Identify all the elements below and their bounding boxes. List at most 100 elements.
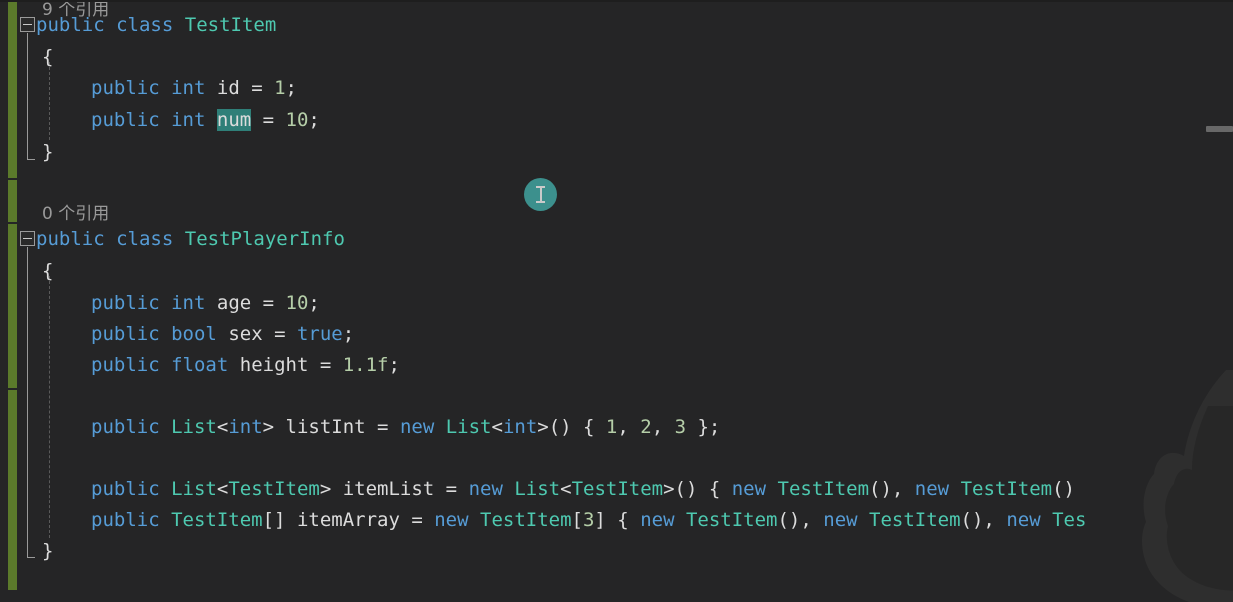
code-token: = xyxy=(399,509,435,531)
code-token: public xyxy=(91,292,160,314)
code-token: TestPlayerInfo xyxy=(184,228,345,250)
code-token: >() { xyxy=(663,478,732,500)
code-line[interactable]: public List<int> listInt = new List<int>… xyxy=(91,412,720,443)
code-token: = xyxy=(239,77,275,99)
code-line[interactable]: public class TestItem xyxy=(36,10,276,41)
code-token: int xyxy=(502,416,538,438)
code-line[interactable]: } xyxy=(42,536,53,567)
code-token: TestItem xyxy=(171,509,263,531)
code-token: public xyxy=(36,14,105,36)
code-token: < xyxy=(560,478,572,500)
code-token: TestItem xyxy=(777,478,870,500)
code-token: TestItem xyxy=(184,14,277,36)
code-token: = xyxy=(365,416,400,438)
code-token: List xyxy=(514,478,561,500)
code-token: TestItem xyxy=(480,509,572,531)
code-token: List xyxy=(445,416,492,438)
code-token: > xyxy=(319,478,343,500)
code-line[interactable]: public class TestPlayerInfo xyxy=(36,224,345,255)
code-token: < xyxy=(216,478,229,500)
code-token: listInt xyxy=(285,416,366,438)
code-token: = xyxy=(251,109,286,131)
text-ibeam-icon xyxy=(536,186,545,203)
code-editor-window: 9 个引用 public class TestItem{public int id… xyxy=(0,0,1233,602)
code-line[interactable]: { xyxy=(42,42,53,73)
code-token: [] xyxy=(262,509,297,531)
code-token: public xyxy=(91,509,160,531)
code-token: itemList xyxy=(342,478,435,500)
code-token: { xyxy=(42,260,54,282)
code-line[interactable]: public float height = 1.1f; xyxy=(91,350,400,381)
code-token: List xyxy=(171,416,217,438)
code-token: public xyxy=(91,354,160,376)
horizontal-scrollbar-thumb[interactable] xyxy=(1206,126,1233,132)
code-token: ; xyxy=(308,109,320,131)
code-token: 2 xyxy=(640,416,652,438)
code-token: [ xyxy=(571,509,583,531)
code-line[interactable]: public int age = 10; xyxy=(91,288,320,319)
code-token: 1.1f xyxy=(342,354,389,376)
code-token: (), xyxy=(960,509,1007,531)
code-token: TestItem xyxy=(685,509,778,531)
code-line[interactable]: public int id = 1; xyxy=(91,73,297,104)
code-token: public xyxy=(36,228,105,250)
code-token: new xyxy=(640,509,675,531)
code-line[interactable]: } xyxy=(42,137,53,168)
code-token: true xyxy=(296,323,343,345)
code-token: = xyxy=(434,478,469,500)
code-token: List xyxy=(171,478,217,500)
code-token: < xyxy=(216,416,229,438)
code-token: (), xyxy=(777,509,824,531)
code-token: < xyxy=(491,416,503,438)
top-edge-clip xyxy=(0,0,1233,2)
code-token: 3 xyxy=(674,416,687,438)
code-token: class xyxy=(116,14,174,36)
code-token: height xyxy=(239,354,309,376)
code-line[interactable]: public int num = 10; xyxy=(91,105,320,136)
code-token: , xyxy=(651,416,675,438)
code-line[interactable]: public List<TestItem> itemList = new Lis… xyxy=(91,474,1075,505)
code-token: ; xyxy=(285,77,297,99)
code-token: public xyxy=(91,416,160,438)
code-line[interactable]: public TestItem[] itemArray = new TestIt… xyxy=(91,505,1086,536)
code-token: public xyxy=(91,109,160,131)
code-token: > xyxy=(262,416,286,438)
code-token: (), xyxy=(869,478,915,500)
code-token: ; xyxy=(308,292,320,314)
code-token: = xyxy=(251,292,286,314)
mouse-cursor-highlight xyxy=(524,178,557,211)
code-token: new xyxy=(731,478,767,500)
code-token: new xyxy=(468,478,503,500)
code-text-area[interactable]: 9 个引用 public class TestItem{public int id… xyxy=(0,0,1233,602)
code-line[interactable]: public bool sex = true; xyxy=(91,319,354,350)
code-line[interactable]: { xyxy=(42,256,53,287)
code-token: new xyxy=(914,478,950,500)
code-token: public xyxy=(91,478,160,500)
selected-token: num xyxy=(216,109,252,131)
code-token: new xyxy=(434,509,469,531)
code-token: , xyxy=(617,416,641,438)
code-token: age xyxy=(216,292,252,314)
code-token: id xyxy=(216,77,240,99)
code-token: public xyxy=(91,323,160,345)
code-token: TestItem xyxy=(869,509,961,531)
code-token: ; xyxy=(342,323,355,345)
code-token: { xyxy=(42,46,54,68)
code-token: Tes xyxy=(1052,509,1087,531)
code-token: = xyxy=(262,323,297,345)
